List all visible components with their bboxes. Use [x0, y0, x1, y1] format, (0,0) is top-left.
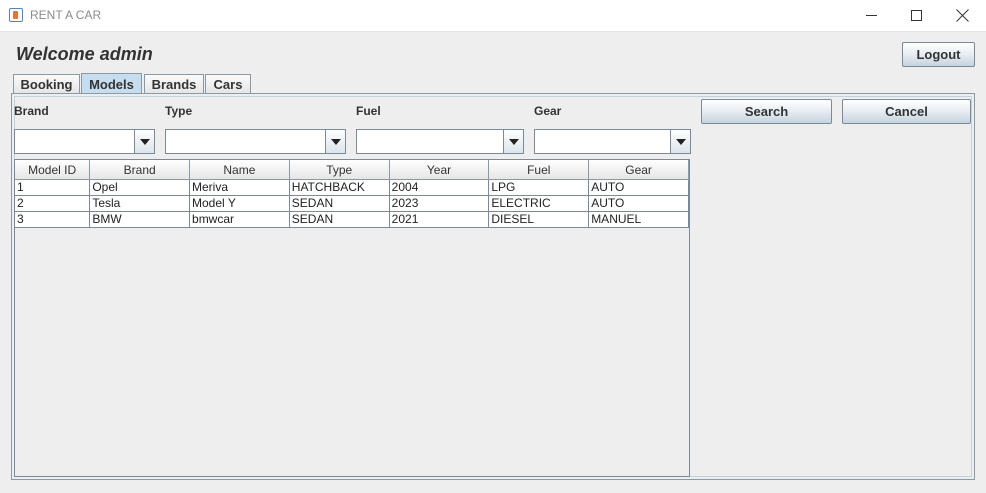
column-header-brand[interactable]: Brand	[89, 160, 191, 180]
search-button[interactable]: Search	[701, 99, 832, 124]
column-header-fuel[interactable]: Fuel	[488, 160, 590, 180]
table-cell[interactable]: SEDAN	[289, 211, 390, 228]
table-cell[interactable]: ELECTRIC	[488, 195, 590, 212]
title-bar: RENT A CAR	[0, 0, 986, 32]
table-cell[interactable]: 2	[15, 195, 91, 212]
chevron-down-icon[interactable]	[134, 130, 154, 153]
column-header-name[interactable]: Name	[189, 160, 290, 180]
chevron-down-icon[interactable]	[503, 130, 523, 153]
tab-models[interactable]: Models	[81, 73, 142, 94]
chevron-down-icon[interactable]	[670, 130, 690, 153]
models-table: Model ID Brand Name Type Year Fuel Gear …	[15, 160, 689, 228]
models-table-scrollpane[interactable]: Model ID Brand Name Type Year Fuel Gear …	[14, 159, 690, 477]
table-row[interactable]: 1 Opel Meriva HATCHBACK 2004 LPG AUTO	[15, 179, 689, 196]
close-icon	[956, 9, 969, 22]
table-cell[interactable]: AUTO	[588, 179, 689, 196]
close-button[interactable]	[939, 0, 985, 31]
chevron-down-icon[interactable]	[325, 130, 345, 153]
table-cell[interactable]: Opel	[89, 179, 191, 196]
table-row[interactable]: 3 BMW bmwcar SEDAN 2021 DIESEL MANUEL	[15, 211, 689, 228]
maximize-icon	[910, 10, 922, 21]
table-cell[interactable]: Model Y	[189, 195, 290, 212]
fuel-filter-label: Fuel	[356, 104, 381, 118]
column-header-year[interactable]: Year	[389, 160, 490, 180]
brand-filter-label: Brand	[14, 104, 49, 118]
table-cell[interactable]: HATCHBACK	[289, 179, 390, 196]
welcome-heading: Welcome admin	[16, 44, 153, 64]
minimize-button[interactable]	[848, 0, 894, 31]
column-header-model-id[interactable]: Model ID	[15, 160, 91, 180]
table-cell[interactable]: DIESEL	[488, 211, 590, 228]
table-cell[interactable]: 3	[15, 211, 91, 228]
table-cell[interactable]: Meriva	[189, 179, 290, 196]
table-cell[interactable]: BMW	[89, 211, 191, 228]
table-cell[interactable]: 1	[15, 179, 91, 196]
table-cell[interactable]: Tesla	[89, 195, 191, 212]
gear-combobox[interactable]	[534, 129, 691, 154]
type-combobox[interactable]	[165, 129, 346, 154]
column-header-type[interactable]: Type	[289, 160, 390, 180]
cancel-button[interactable]: Cancel	[842, 99, 971, 124]
table-cell[interactable]: 2004	[389, 179, 490, 196]
table-cell[interactable]: LPG	[488, 179, 590, 196]
logout-button[interactable]: Logout	[902, 42, 975, 67]
type-filter-label: Type	[165, 104, 193, 118]
maximize-button[interactable]	[893, 0, 939, 31]
table-row[interactable]: 2 Tesla Model Y SEDAN 2023 ELECTRIC AUTO	[15, 195, 689, 212]
tab-booking[interactable]: Booking	[13, 74, 80, 94]
tab-brands[interactable]: Brands	[144, 74, 204, 94]
table-cell[interactable]: AUTO	[588, 195, 689, 212]
column-header-gear[interactable]: Gear	[588, 160, 689, 180]
table-cell[interactable]: 2023	[389, 195, 490, 212]
table-cell[interactable]: MANUEL	[588, 211, 689, 228]
minimize-icon	[865, 15, 877, 16]
window-title: RENT A CAR	[30, 8, 102, 22]
gear-filter-label: Gear	[534, 104, 562, 118]
table-header-row: Model ID Brand Name Type Year Fuel Gear	[15, 160, 689, 180]
java-app-icon	[9, 8, 23, 22]
fuel-combobox[interactable]	[356, 129, 524, 154]
brand-combobox[interactable]	[14, 129, 155, 154]
table-cell[interactable]: SEDAN	[289, 195, 390, 212]
table-cell[interactable]: 2021	[389, 211, 490, 228]
tab-cars[interactable]: Cars	[205, 74, 251, 94]
table-cell[interactable]: bmwcar	[189, 211, 290, 228]
